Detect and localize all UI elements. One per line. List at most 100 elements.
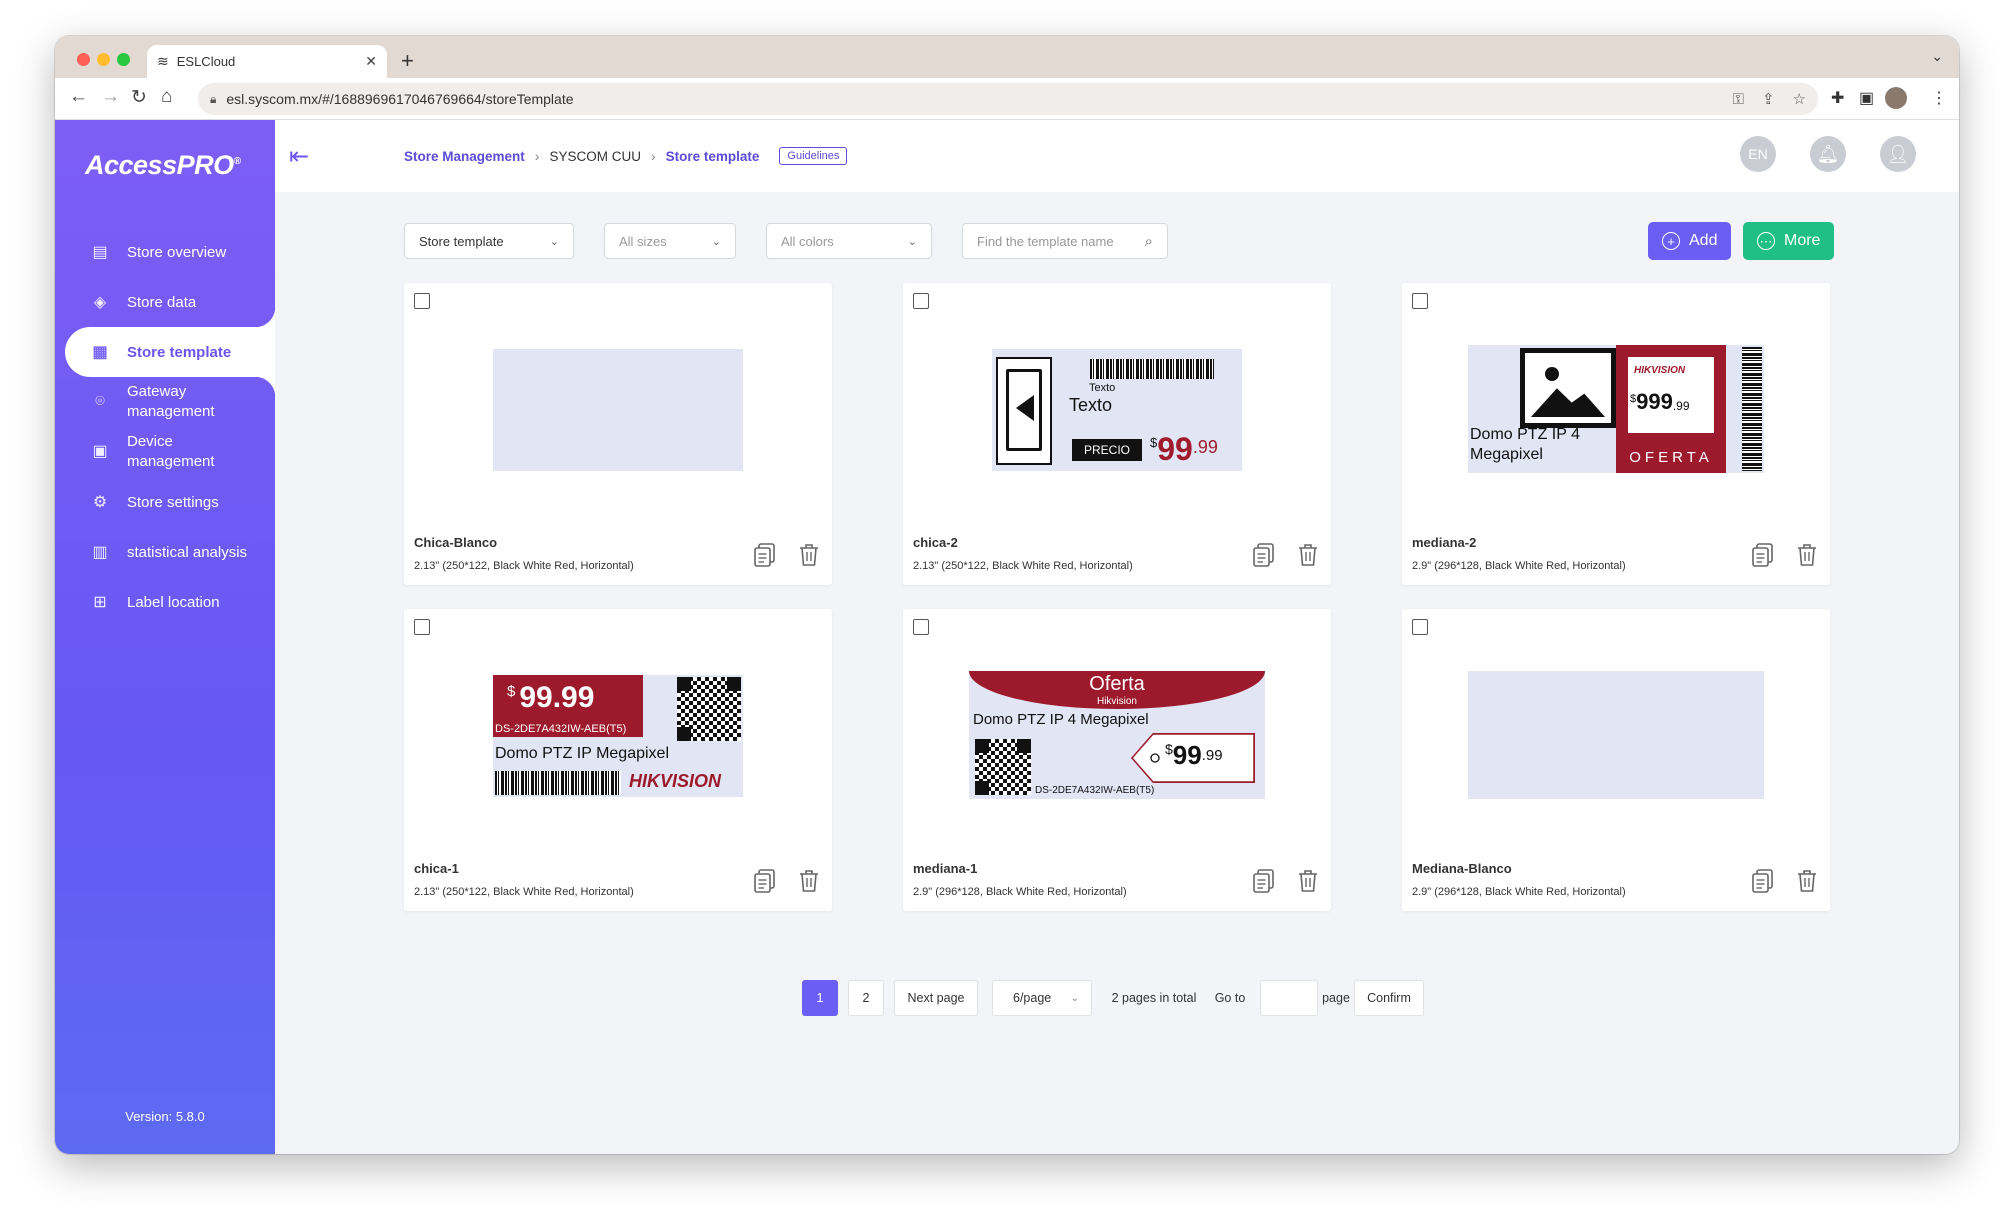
next-page-button[interactable]: Next page (894, 980, 978, 1016)
guidelines-button[interactable]: Guidelines (779, 147, 848, 165)
sidebar-item-label: Store data (127, 293, 197, 311)
collapse-menu-icon[interactable]: ⇤ (289, 142, 309, 171)
template-card[interactable]: $ 99.99 DS-2DE7A432IW-AEB(T5) Domo PTZ I… (404, 609, 832, 911)
copy-icon[interactable] (754, 869, 776, 893)
template-checkbox[interactable] (1412, 619, 1428, 635)
reload-icon[interactable]: ↻ (131, 86, 147, 109)
template-icon: ▦ (92, 344, 108, 361)
trash-icon[interactable] (798, 543, 820, 567)
sidebar-item-store-data[interactable]: ◈ Store data (55, 277, 275, 327)
template-checkbox[interactable] (414, 619, 430, 635)
home-icon[interactable]: ⌂ (161, 86, 172, 108)
label-location-icon: ⊞ (93, 594, 107, 611)
share-icon[interactable]: ⇪ (1762, 90, 1775, 108)
trash-icon[interactable] (1297, 543, 1319, 567)
browser-tab[interactable]: ≋ ESLCloud ✕ (147, 45, 387, 78)
copy-icon[interactable] (1253, 869, 1275, 893)
sidepanel-icon[interactable]: ▣ (1859, 88, 1874, 108)
sidebar-item-label-location[interactable]: ⊞ Label location (55, 577, 275, 627)
copy-icon[interactable] (754, 543, 776, 567)
browser-window: ≋ ESLCloud ✕ + ⌄ ← → ↻ ⌂ 🔒︎ esl.syscom.m… (55, 36, 1959, 1154)
extensions-icon[interactable]: ✚ (1831, 88, 1844, 108)
browser-menu-icon[interactable]: ⋮ (1931, 88, 1947, 108)
star-icon[interactable]: ☆ (1793, 90, 1806, 108)
template-checkbox[interactable] (414, 293, 430, 309)
preview-price: $ 999 .99 (1630, 391, 1690, 414)
close-tab-icon[interactable]: ✕ (365, 53, 377, 70)
add-label: Add (1689, 232, 1718, 249)
tab-search-chevron-icon[interactable]: ⌄ (1931, 48, 1943, 65)
sidebar-item-statistical-analysis[interactable]: ▥ statistical analysis (55, 527, 275, 577)
close-window-button[interactable] (77, 53, 90, 66)
sizes-select[interactable]: All sizes ⌄ (604, 223, 736, 259)
add-button[interactable]: + Add (1648, 222, 1732, 260)
template-card[interactable]: Mediana-Blanco 2.9" (296*128, Black Whit… (1402, 609, 1830, 911)
language-button[interactable]: EN (1740, 136, 1776, 172)
version-text: Version: 5.8.0 (125, 1109, 205, 1124)
chart-icon: ▥ (92, 544, 108, 561)
copy-icon[interactable] (1253, 543, 1275, 567)
qr-code-graphic (975, 739, 1031, 795)
breadcrumb-separator-icon: › (534, 148, 540, 164)
preview-price: $ 99.99 (507, 681, 594, 715)
search-placeholder: Find the template name (977, 233, 1114, 249)
template-checkbox[interactable] (913, 619, 929, 635)
sidebar: AccessPRO® ▤ Store overview ◈ Store data… (55, 120, 275, 1154)
forward-icon[interactable]: → (101, 86, 120, 108)
breadcrumb-store-management[interactable]: Store Management (404, 149, 525, 164)
sidebar-item-store-template[interactable]: ▦ Store template (65, 307, 275, 397)
user-avatar-icon[interactable]: 👤︎ (1880, 136, 1916, 172)
copy-icon[interactable] (1752, 543, 1774, 567)
template-checkbox[interactable] (1412, 293, 1428, 309)
trash-icon[interactable] (1796, 543, 1818, 567)
page-button-2[interactable]: 2 (848, 980, 884, 1016)
qr-code-graphic (677, 677, 741, 741)
image-placeholder-icon (1520, 348, 1616, 428)
trash-icon[interactable] (798, 869, 820, 893)
sidebar-item-store-overview[interactable]: ▤ Store overview (55, 227, 275, 277)
zoom-window-button[interactable] (117, 53, 130, 66)
page-size-select[interactable]: 6/page ⌄ (992, 980, 1092, 1016)
template-card[interactable]: Oferta Hikvision Domo PTZ IP 4 Megapixel… (903, 609, 1331, 911)
sidebar-item-device-management[interactable]: ▣ Device management (55, 427, 275, 477)
more-button[interactable]: ⋯ More (1743, 222, 1835, 260)
breadcrumb-store[interactable]: SYSCOM CUU (549, 149, 641, 164)
preview-price-tag: PRECIO (1072, 439, 1143, 461)
template-checkbox[interactable] (913, 293, 929, 309)
copy-icon[interactable] (1752, 869, 1774, 893)
back-icon[interactable]: ← (69, 86, 88, 108)
trash-icon[interactable] (1796, 869, 1818, 893)
sidebar-item-gateway-management[interactable]: ⌾ Gateway management (55, 377, 275, 427)
bell-icon[interactable]: 🔔︎ (1810, 136, 1846, 172)
goto-page-input[interactable] (1260, 980, 1318, 1016)
preview-product: Domo PTZ IP 4 Megapixel (1470, 426, 1580, 463)
minimize-window-button[interactable] (97, 53, 110, 66)
sidebar-item-label: statistical analysis (127, 543, 248, 561)
preview-label-small: Texto (1089, 382, 1116, 394)
template-card[interactable]: Domo PTZ IP 4 Megapixel HIKVISION $ 999 … (1402, 283, 1830, 585)
preview-offer-panel: HIKVISION $ 999 .99 OFERTA (1616, 345, 1726, 473)
template-preview: $ 99.99 DS-2DE7A432IW-AEB(T5) Domo PTZ I… (493, 675, 743, 797)
address-bar[interactable]: 🔒︎ esl.syscom.mx/#/1688969617046769664/s… (198, 83, 1818, 115)
template-type-select[interactable]: Store template ⌄ (404, 223, 574, 259)
template-card[interactable]: Texto Texto PRECIO $ 99 .99 chica-2 2.13… (903, 283, 1331, 585)
sizes-placeholder: All sizes (619, 233, 667, 249)
template-card[interactable]: Chica-Blanco 2.13" (250*122, Black White… (404, 283, 832, 585)
colors-select[interactable]: All colors ⌄ (766, 223, 932, 259)
template-name: mediana-1 (913, 861, 978, 876)
barcode-graphic (1090, 359, 1214, 379)
sidebar-item-label: Store settings (127, 493, 219, 511)
page-button-1[interactable]: 1 (802, 980, 838, 1016)
key-icon[interactable]: ⚿ (1733, 91, 1744, 108)
trash-icon[interactable] (1297, 869, 1319, 893)
new-tab-icon[interactable]: + (401, 48, 414, 74)
template-desc: 2.13" (250*122, Black White Red, Horizon… (414, 560, 634, 572)
template-name: chica-2 (913, 535, 958, 550)
url-text: esl.syscom.mx/#/1688969617046769664/stor… (226, 91, 574, 107)
confirm-button[interactable]: Confirm (1354, 980, 1424, 1016)
profile-avatar[interactable] (1885, 87, 1907, 109)
sidebar-item-store-settings[interactable]: ⚙ Store settings (55, 477, 275, 527)
template-search-input[interactable]: Find the template name ⌕ (962, 223, 1168, 259)
preview-offer: OFERTA (1629, 449, 1713, 466)
chevron-down-icon: ⌄ (711, 235, 721, 248)
